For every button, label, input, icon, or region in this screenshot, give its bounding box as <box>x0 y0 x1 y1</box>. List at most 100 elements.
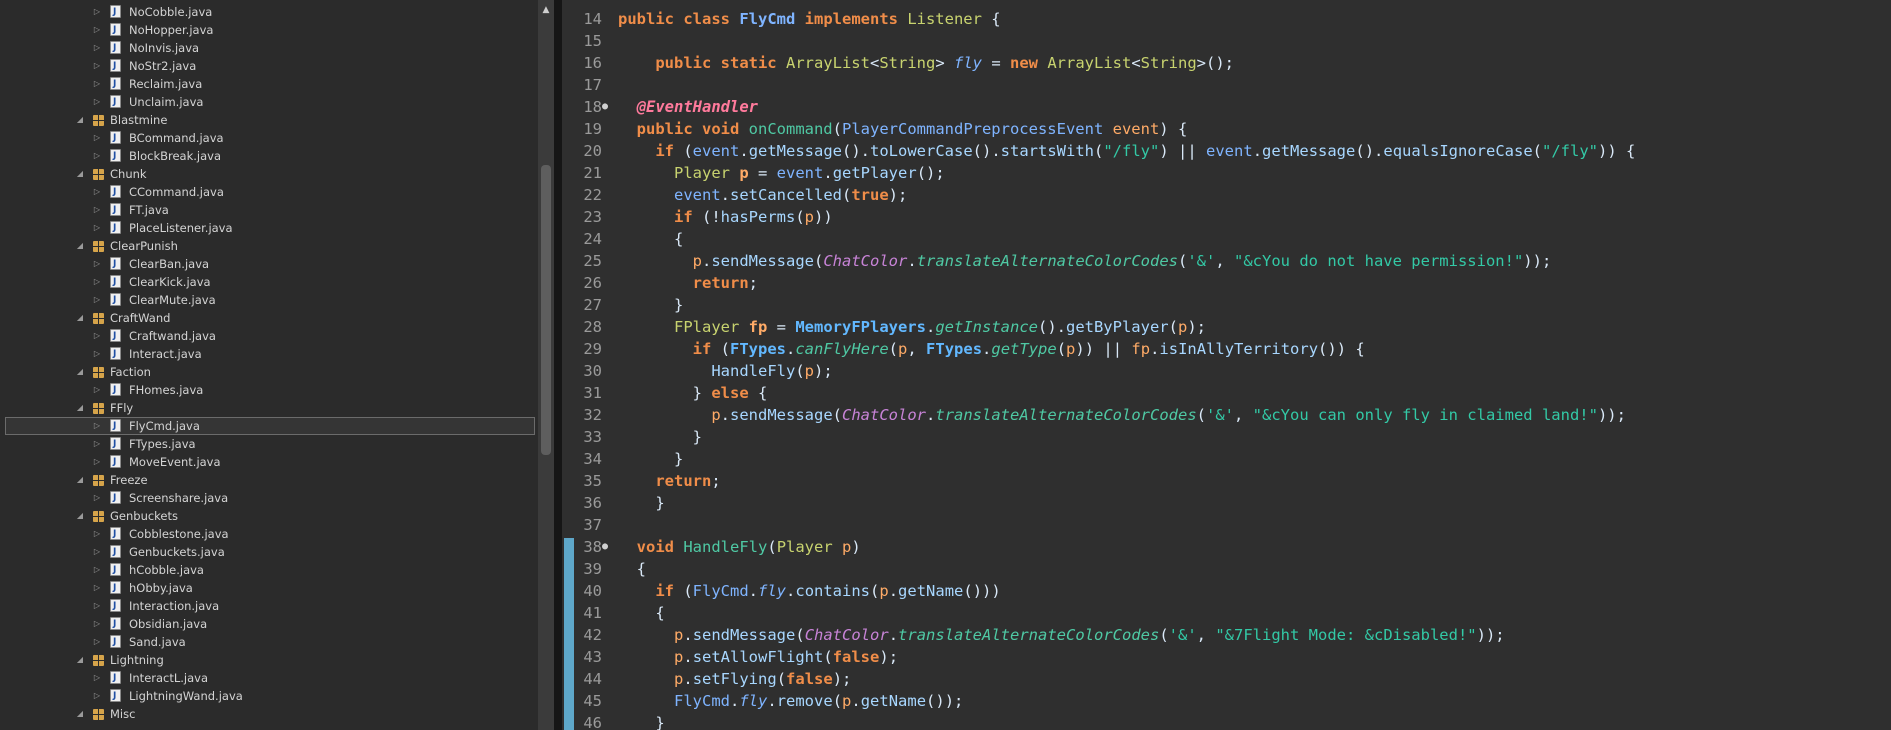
tree-file[interactable]: ▷ NoInvis.java <box>5 39 535 57</box>
tree-file[interactable]: ▷ CCommand.java <box>5 183 535 201</box>
expand-triangle-icon[interactable]: ▷ <box>92 57 102 75</box>
tree-file[interactable]: ▷ hCobble.java <box>5 561 535 579</box>
code-line[interactable]: 14 public class FlyCmd implements Listene… <box>562 8 1000 30</box>
expand-triangle-icon[interactable]: ▷ <box>92 75 102 93</box>
tree-file[interactable]: ▷ ClearMute.java <box>5 291 535 309</box>
code-line[interactable]: 44 p.setFlying(false); <box>562 668 851 690</box>
code-line[interactable]: 24 { <box>562 228 683 250</box>
collapse-triangle-icon[interactable]: ◢ <box>75 471 85 489</box>
tree-file[interactable]: ▷ NoHopper.java <box>5 21 535 39</box>
explorer-scrollbar[interactable]: ▲ <box>538 0 554 730</box>
fold-marker-icon[interactable]: ● <box>602 96 612 118</box>
expand-triangle-icon[interactable]: ▷ <box>92 273 102 291</box>
tree-file[interactable]: ▷ BlockBreak.java <box>5 147 535 165</box>
scrollbar-thumb[interactable] <box>541 165 551 455</box>
tree-file[interactable]: ▷ Screenshare.java <box>5 489 535 507</box>
tree-package[interactable]: ◢ Faction <box>5 363 535 381</box>
tree-file[interactable]: ▷ PlaceListener.java <box>5 219 535 237</box>
code-line[interactable]: 40 if (FlyCmd.fly.contains(p.getName())) <box>562 580 1000 602</box>
code-line[interactable]: 22 event.setCancelled(true); <box>562 184 907 206</box>
tree-file[interactable]: ▷ FlyCmd.java <box>5 417 535 435</box>
code-line[interactable]: 29 if (FTypes.canFlyHere(p, FTypes.getTy… <box>562 338 1364 360</box>
expand-triangle-icon[interactable]: ▷ <box>92 255 102 273</box>
tree-file[interactable]: ▷ NoCobble.java <box>5 3 535 21</box>
collapse-triangle-icon[interactable]: ◢ <box>75 165 85 183</box>
expand-triangle-icon[interactable]: ▷ <box>92 3 102 21</box>
tree-file[interactable]: ▷ BCommand.java <box>5 129 535 147</box>
expand-triangle-icon[interactable]: ▷ <box>92 327 102 345</box>
code-line[interactable]: 27 } <box>562 294 683 316</box>
tree-file[interactable]: ▷ ClearKick.java <box>5 273 535 291</box>
code-line[interactable]: 31 } else { <box>562 382 767 404</box>
expand-triangle-icon[interactable]: ▷ <box>92 489 102 507</box>
expand-triangle-icon[interactable]: ▷ <box>92 291 102 309</box>
expand-triangle-icon[interactable]: ▷ <box>92 597 102 615</box>
expand-triangle-icon[interactable]: ▷ <box>92 39 102 57</box>
code-line[interactable]: 46 } <box>562 712 664 730</box>
expand-triangle-icon[interactable]: ▷ <box>92 633 102 651</box>
code-line[interactable]: 20 if (event.getMessage().toLowerCase().… <box>562 140 1635 162</box>
expand-triangle-icon[interactable]: ▷ <box>92 129 102 147</box>
expand-triangle-icon[interactable]: ▷ <box>92 525 102 543</box>
expand-triangle-icon[interactable]: ▷ <box>92 579 102 597</box>
collapse-triangle-icon[interactable]: ◢ <box>75 705 85 723</box>
tree-file[interactable]: ▷ hObby.java <box>5 579 535 597</box>
tree-package[interactable]: ◢ ClearPunish <box>5 237 535 255</box>
tree-file[interactable]: ▷ FTypes.java <box>5 435 535 453</box>
tree-package[interactable]: ◢ CraftWand <box>5 309 535 327</box>
code-line[interactable]: 21 Player p = event.getPlayer(); <box>562 162 944 184</box>
expand-triangle-icon[interactable]: ▷ <box>92 219 102 237</box>
tree-file[interactable]: ▷ NoStr2.java <box>5 57 535 75</box>
tree-package[interactable]: ◢ FFly <box>5 399 535 417</box>
tree-file[interactable]: ▷ Unclaim.java <box>5 93 535 111</box>
expand-triangle-icon[interactable]: ▷ <box>92 435 102 453</box>
tree-file[interactable]: ▷ Genbuckets.java <box>5 543 535 561</box>
tree-file[interactable]: ▷ Interact.java <box>5 345 535 363</box>
collapse-triangle-icon[interactable]: ◢ <box>75 399 85 417</box>
tree-file[interactable]: ▷ Interaction.java <box>5 597 535 615</box>
tree-file[interactable]: ▷ Cobblestone.java <box>5 525 535 543</box>
code-line[interactable]: 43 p.setAllowFlight(false); <box>562 646 898 668</box>
code-editor[interactable]: 14 public class FlyCmd implements Listene… <box>562 0 1891 730</box>
expand-triangle-icon[interactable]: ▷ <box>92 183 102 201</box>
tree-file[interactable]: ▷ Obsidian.java <box>5 615 535 633</box>
code-line[interactable]: 19 public void onCommand(PlayerCommandPr… <box>562 118 1187 140</box>
code-line[interactable]: 42 p.sendMessage(ChatColor.translateAlte… <box>562 624 1504 646</box>
tree-package[interactable]: ◢ Misc <box>5 705 535 723</box>
tree-package[interactable]: ◢ Chunk <box>5 165 535 183</box>
collapse-triangle-icon[interactable]: ◢ <box>75 309 85 327</box>
code-line[interactable]: 38● void HandleFly(Player p) <box>562 536 860 558</box>
tree-file[interactable]: ▷ MoveEvent.java <box>5 453 535 471</box>
code-line[interactable]: 15 <box>562 30 618 52</box>
code-line[interactable]: 41 { <box>562 602 664 624</box>
tree-file[interactable]: ▷ FT.java <box>5 201 535 219</box>
tree-file[interactable]: ▷ Craftwand.java <box>5 327 535 345</box>
collapse-triangle-icon[interactable]: ◢ <box>75 237 85 255</box>
expand-triangle-icon[interactable]: ▷ <box>92 561 102 579</box>
code-line[interactable]: 18● @EventHandler <box>562 96 758 118</box>
expand-triangle-icon[interactable]: ▷ <box>92 381 102 399</box>
expand-triangle-icon[interactable]: ▷ <box>92 201 102 219</box>
code-line[interactable]: 36 } <box>562 492 664 514</box>
code-line[interactable]: 30 HandleFly(p); <box>562 360 832 382</box>
expand-triangle-icon[interactable]: ▷ <box>92 93 102 111</box>
code-line[interactable]: 25 p.sendMessage(ChatColor.translateAlte… <box>562 250 1551 272</box>
collapse-triangle-icon[interactable]: ◢ <box>75 111 85 129</box>
tree-file[interactable]: ▷ LightningWand.java <box>5 687 535 705</box>
expand-triangle-icon[interactable]: ▷ <box>92 543 102 561</box>
tree-file[interactable]: ▷ ClearBan.java <box>5 255 535 273</box>
tree-file[interactable]: ▷ Reclaim.java <box>5 75 535 93</box>
collapse-triangle-icon[interactable]: ◢ <box>75 651 85 669</box>
expand-triangle-icon[interactable]: ▷ <box>92 669 102 687</box>
tree-package[interactable]: ◢ Blastmine <box>5 111 535 129</box>
panel-splitter[interactable] <box>554 0 562 730</box>
expand-triangle-icon[interactable]: ▷ <box>92 147 102 165</box>
expand-triangle-icon[interactable]: ▷ <box>92 417 102 435</box>
code-line[interactable]: 37 <box>562 514 618 536</box>
tree-package[interactable]: ◢ Genbuckets <box>5 507 535 525</box>
code-line[interactable]: 16 public static ArrayList<String> fly =… <box>562 52 1234 74</box>
code-line[interactable]: 26 return; <box>562 272 758 294</box>
code-line[interactable]: 34 } <box>562 448 683 470</box>
code-line[interactable]: 35 return; <box>562 470 720 492</box>
fold-marker-icon[interactable]: ● <box>602 536 612 558</box>
